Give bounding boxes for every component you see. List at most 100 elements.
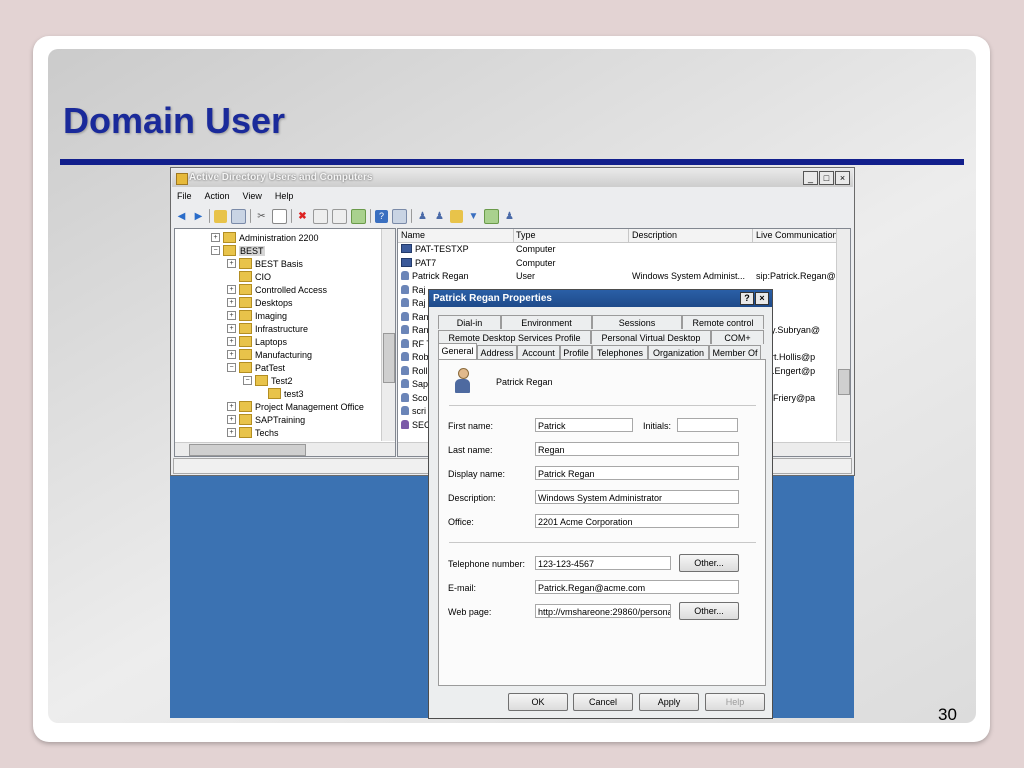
add-to-group-icon[interactable]: ♟ — [503, 210, 516, 223]
maximize-button[interactable]: □ — [819, 171, 834, 185]
tree-item-pattest[interactable]: − PatTest — [227, 361, 285, 374]
find-icon[interactable] — [484, 208, 499, 224]
properties-icon[interactable] — [313, 208, 328, 224]
tree-item-test2[interactable]: − Test2 — [243, 374, 293, 387]
expand-icon[interactable]: + — [227, 298, 236, 307]
email-field[interactable]: Patrick.Regan@acme.com — [535, 580, 739, 594]
new-user-icon[interactable]: ♟ — [416, 210, 429, 223]
tab-personal-virtual-desktop[interactable]: Personal Virtual Desktop — [591, 330, 711, 344]
tree-item-imaging[interactable]: + Imaging — [227, 309, 287, 322]
apply-button[interactable]: Apply — [639, 693, 699, 711]
expand-icon[interactable]: + — [211, 233, 220, 242]
tab-sessions[interactable]: Sessions — [592, 315, 682, 329]
tab-account[interactable]: Account — [517, 345, 560, 359]
tab-address[interactable]: Address — [477, 345, 517, 359]
tab-dial-in[interactable]: Dial-in — [438, 315, 501, 329]
export-icon[interactable] — [351, 208, 366, 224]
last-name-field[interactable]: Regan — [535, 442, 739, 456]
scroll-thumb[interactable] — [383, 333, 395, 383]
expand-icon[interactable]: + — [227, 285, 236, 294]
tree-item-manufacturing[interactable]: + Manufacturing — [227, 348, 312, 361]
column-name[interactable]: Name — [398, 229, 514, 242]
display-name-field[interactable]: Patrick Regan — [535, 466, 739, 480]
webpage-other-button[interactable]: Other... — [679, 602, 739, 620]
tree-item-test3[interactable]: test3 — [268, 387, 304, 400]
tab-com-plus[interactable]: COM+ — [711, 330, 764, 344]
tree-item-administration[interactable]: + Administration 2200 — [211, 231, 319, 244]
tree-item-pmo[interactable]: + Project Management Office — [227, 400, 364, 413]
list-vertical-scrollbar[interactable] — [836, 229, 850, 441]
new-group-icon[interactable]: ♟ — [433, 210, 446, 223]
tree-item-controlled-access[interactable]: + Controlled Access — [227, 283, 327, 296]
scroll-thumb[interactable] — [838, 369, 850, 395]
scroll-thumb[interactable] — [189, 444, 306, 456]
expand-icon[interactable]: + — [227, 415, 236, 424]
table-row[interactable]: PAT-TESTXP Computer — [398, 243, 850, 256]
tab-general[interactable]: General — [438, 343, 477, 359]
initials-field[interactable] — [677, 418, 738, 432]
delete-icon[interactable]: ✖ — [296, 210, 309, 223]
tree-item-best-basis[interactable]: + BEST Basis — [227, 257, 303, 270]
menu-help[interactable]: Help — [275, 191, 294, 201]
tab-member-of[interactable]: Member Of — [709, 345, 761, 359]
tab-profile[interactable]: Profile — [560, 345, 592, 359]
expand-icon[interactable]: + — [227, 259, 236, 268]
help-button[interactable]: Help — [705, 693, 765, 711]
cancel-button[interactable]: Cancel — [573, 693, 633, 711]
show-tree-icon[interactable] — [231, 208, 246, 224]
expand-icon[interactable]: + — [227, 337, 236, 346]
ok-button[interactable]: OK — [508, 693, 568, 711]
tree-item-desktops[interactable]: + Desktops — [227, 296, 293, 309]
webpage-field[interactable]: http://vmshareone:29860/persona — [535, 604, 671, 618]
copy-icon[interactable] — [272, 208, 287, 224]
tab-environment[interactable]: Environment — [501, 315, 592, 329]
collapse-icon[interactable]: − — [227, 363, 236, 372]
forward-icon[interactable]: ▶ — [192, 210, 205, 223]
menu-action[interactable]: Action — [205, 191, 230, 201]
console-icon[interactable] — [392, 208, 407, 224]
column-type[interactable]: Type — [513, 229, 629, 242]
back-icon[interactable]: ◀ — [175, 210, 188, 223]
tab-rds-profile[interactable]: Remote Desktop Services Profile — [438, 330, 591, 344]
collapse-icon[interactable]: − — [211, 246, 220, 255]
tree-item-laptops[interactable]: + Laptops — [227, 335, 287, 348]
telephone-other-button[interactable]: Other... — [679, 554, 739, 572]
tree-vertical-scrollbar[interactable] — [381, 229, 395, 441]
telephone-field[interactable]: 123-123-4567 — [535, 556, 671, 570]
menu-file[interactable]: File — [177, 191, 192, 201]
dialog-close-icon[interactable]: × — [755, 292, 769, 305]
close-button[interactable]: × — [835, 171, 850, 185]
column-live-communications[interactable]: Live Communications — [753, 229, 841, 242]
expand-icon[interactable]: + — [227, 428, 236, 437]
dialog-help-icon[interactable]: ? — [740, 292, 754, 305]
tree-horizontal-scrollbar[interactable] — [175, 442, 395, 456]
dialog-titlebar[interactable]: Patrick Regan Properties ? × — [429, 290, 772, 307]
collapse-icon[interactable]: − — [243, 376, 252, 385]
expand-icon[interactable]: + — [227, 324, 236, 333]
menu-view[interactable]: View — [243, 191, 262, 201]
tree-item-saptraining[interactable]: + SAPTraining — [227, 413, 305, 426]
refresh-icon[interactable] — [332, 208, 347, 224]
table-row[interactable]: Patrick Regan User Windows System Administ… — [398, 270, 850, 283]
tab-remote-control[interactable]: Remote control — [682, 315, 764, 329]
tree-item-infrastructure[interactable]: + Infrastructure — [227, 322, 308, 335]
ad-titlebar[interactable]: Active Directory Users and Computers _ □… — [172, 169, 853, 187]
tab-telephones[interactable]: Telephones — [592, 345, 648, 359]
expand-icon[interactable]: + — [227, 350, 236, 359]
tree-item-cio[interactable]: CIO — [227, 270, 271, 283]
up-folder-icon[interactable] — [214, 209, 227, 223]
column-description[interactable]: Description — [629, 229, 753, 242]
tree-item-best[interactable]: − BEST — [211, 244, 265, 257]
first-name-field[interactable]: Patrick — [535, 418, 633, 432]
filter-icon[interactable]: ▼ — [467, 210, 480, 223]
tree-item-techs[interactable]: + Techs — [227, 426, 279, 439]
table-row[interactable]: PAT7 Computer — [398, 257, 850, 270]
new-ou-icon[interactable] — [450, 209, 463, 223]
minimize-button[interactable]: _ — [803, 171, 818, 185]
tab-organization[interactable]: Organization — [648, 345, 709, 359]
expand-icon[interactable]: + — [227, 311, 236, 320]
description-field[interactable]: Windows System Administrator — [535, 490, 739, 504]
expand-icon[interactable]: + — [227, 402, 236, 411]
cut-icon[interactable]: ✂ — [255, 210, 268, 223]
help-icon[interactable]: ? — [375, 209, 388, 223]
